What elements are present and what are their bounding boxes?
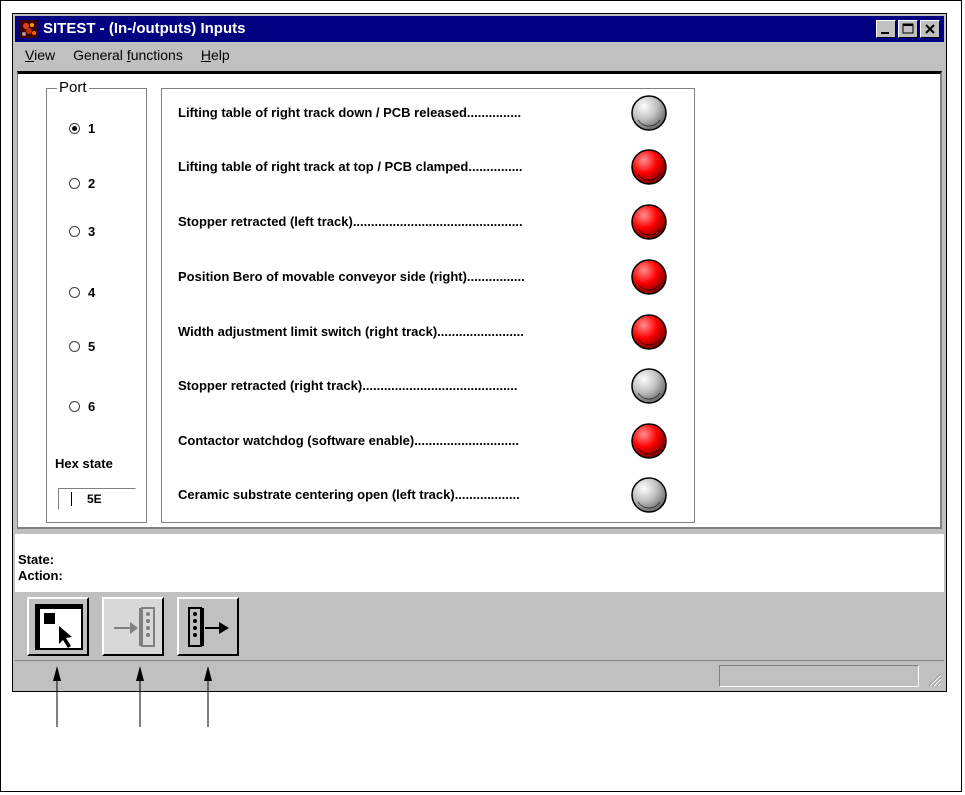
callout-arrow-outputs (204, 666, 212, 727)
callout-arrow-select (53, 666, 61, 727)
callout-arrow-inputs (136, 666, 144, 727)
callout-arrows (53, 666, 212, 727)
